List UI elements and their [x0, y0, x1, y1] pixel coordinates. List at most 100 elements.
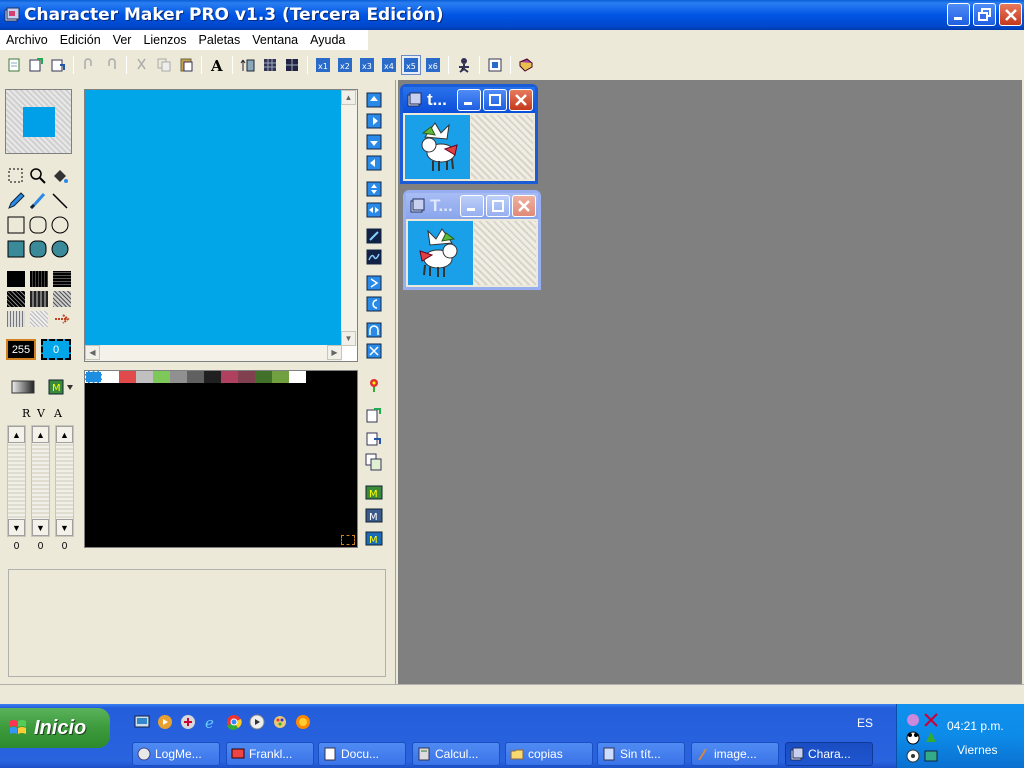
red-slider[interactable]: ▲ ▼ — [7, 425, 26, 537]
flip-vertical-icon[interactable] — [364, 179, 384, 199]
pattern-lighter[interactable] — [7, 311, 25, 327]
green-slider[interactable]: ▲ ▼ — [31, 425, 50, 537]
close-button[interactable] — [512, 195, 536, 217]
palette-menu-icon[interactable]: M — [47, 377, 75, 397]
zoom-x2-button[interactable]: x2 — [335, 55, 355, 75]
open-button[interactable] — [26, 55, 46, 75]
tile-button[interactable] — [282, 55, 302, 75]
palette-color-cell[interactable] — [153, 371, 170, 383]
paint-icon[interactable] — [272, 714, 288, 730]
import-icon[interactable] — [364, 405, 384, 425]
task-untitled[interactable]: Sin tít... — [597, 742, 685, 766]
help-book-button[interactable] — [516, 55, 536, 75]
frame-button[interactable] — [485, 55, 505, 75]
task-copias[interactable]: copias — [505, 742, 593, 766]
filled-rounded-rect-tool-icon[interactable] — [28, 239, 48, 259]
text-tool-button[interactable]: A — [207, 55, 227, 75]
palette-color-cell[interactable] — [221, 371, 238, 383]
sprite-image[interactable] — [405, 115, 470, 179]
palette-color-cell[interactable] — [102, 371, 119, 383]
workspace-area[interactable]: t... T... — [398, 80, 1022, 684]
title-bar[interactable]: Character Maker PRO v1.3 (Tercera Edició… — [0, 0, 1024, 30]
pattern-solid[interactable] — [7, 271, 25, 287]
task-franklin[interactable]: Frankl... — [226, 742, 314, 766]
flip-button[interactable] — [238, 55, 258, 75]
loop-icon[interactable] — [364, 294, 384, 314]
color-index-primary[interactable]: 255 — [6, 339, 36, 360]
language-indicator[interactable]: ES — [857, 716, 873, 730]
start-button[interactable]: Inicio — [0, 708, 110, 748]
palette-m-blue-icon[interactable]: M — [364, 528, 384, 548]
minimize-button[interactable] — [457, 89, 481, 111]
shift-up-icon[interactable] — [364, 90, 384, 110]
red-up-button[interactable]: ▲ — [8, 426, 25, 443]
maximize-button[interactable] — [486, 195, 510, 217]
drawing-canvas[interactable] — [85, 90, 342, 346]
task-image[interactable]: image... — [691, 742, 779, 766]
palette-color-cell[interactable] — [119, 371, 136, 383]
task-calculator[interactable]: Calcul... — [412, 742, 500, 766]
rectangle-tool-icon[interactable] — [6, 215, 26, 235]
close-button[interactable] — [999, 3, 1022, 26]
close-button[interactable] — [509, 89, 533, 111]
color-index-secondary[interactable]: 0 — [41, 339, 71, 360]
export-icon[interactable] — [364, 428, 384, 448]
green-down-button[interactable]: ▼ — [32, 519, 49, 536]
task-logmein[interactable]: LogMe... — [132, 742, 220, 766]
gradient-icon[interactable] — [11, 377, 35, 397]
arch-icon[interactable] — [364, 320, 384, 340]
sprite-image[interactable] — [408, 221, 473, 285]
arrow-right-icon[interactable] — [53, 311, 71, 327]
flower-icon[interactable] — [364, 375, 384, 395]
cut-button[interactable] — [132, 55, 152, 75]
palette-color-cell[interactable] — [136, 371, 153, 383]
internet-explorer-icon[interactable]: e — [203, 714, 219, 730]
red-down-button[interactable]: ▼ — [8, 519, 25, 536]
sprite-window-2[interactable]: T... — [403, 190, 541, 290]
tray-panda-icon[interactable] — [905, 730, 921, 746]
menu-archivo[interactable]: Archivo — [0, 33, 54, 47]
fill-tool-icon[interactable] — [50, 166, 70, 186]
palette-m-yellow-icon[interactable]: M — [364, 482, 384, 502]
media-player-icon[interactable] — [157, 714, 173, 730]
palette-m-purple-icon[interactable]: M — [364, 505, 384, 525]
ellipse-tool-icon[interactable] — [50, 215, 70, 235]
scroll-left-button[interactable]: ◀ — [85, 345, 100, 360]
wave-icon[interactable] — [364, 247, 384, 267]
grid-button[interactable] — [260, 55, 280, 75]
tray-app-icon[interactable] — [905, 712, 921, 728]
line-tool-icon[interactable] — [50, 191, 70, 211]
copy-palette-icon[interactable] — [364, 452, 384, 472]
select-tool-icon[interactable] — [6, 166, 26, 186]
shift-frame-icon[interactable] — [364, 273, 384, 293]
shift-left-icon[interactable] — [364, 153, 384, 173]
green-up-button[interactable]: ▲ — [32, 426, 49, 443]
filled-ellipse-tool-icon[interactable] — [50, 239, 70, 259]
maximize-button[interactable] — [483, 89, 507, 111]
scroll-up-button[interactable]: ▲ — [341, 90, 356, 105]
transparent-frame[interactable] — [471, 115, 533, 179]
tray-green-icon[interactable] — [923, 748, 939, 764]
network-icon[interactable] — [180, 714, 196, 730]
pattern-dense[interactable] — [30, 271, 48, 287]
transparent-frame[interactable] — [474, 221, 536, 285]
pencil-tool-icon[interactable] — [6, 191, 26, 211]
copy-button[interactable] — [154, 55, 174, 75]
clock[interactable]: 04:21 p.m. — [947, 719, 1004, 733]
zoom-x6-button[interactable]: x6 — [423, 55, 443, 75]
palette-color-cell[interactable] — [170, 371, 187, 383]
rounded-rect-tool-icon[interactable] — [28, 215, 48, 235]
zoom-x5-button[interactable]: x5 — [401, 55, 421, 75]
alpha-slider[interactable]: ▲ ▼ — [55, 425, 74, 537]
cross-icon[interactable] — [364, 341, 384, 361]
canvas-horizontal-scrollbar[interactable]: ◀ ▶ — [85, 345, 342, 361]
sprite-window-1[interactable]: t... — [400, 84, 538, 184]
pattern-lightest[interactable] — [30, 311, 48, 327]
palette-color-cell[interactable] — [255, 371, 272, 383]
menu-paletas[interactable]: Paletas — [193, 33, 247, 47]
player-icon[interactable] — [249, 714, 265, 730]
minimize-button[interactable] — [947, 3, 970, 26]
menu-lienzos[interactable]: Lienzos — [137, 33, 192, 47]
menu-ventana[interactable]: Ventana — [246, 33, 304, 47]
zoom-tool-icon[interactable] — [28, 166, 48, 186]
